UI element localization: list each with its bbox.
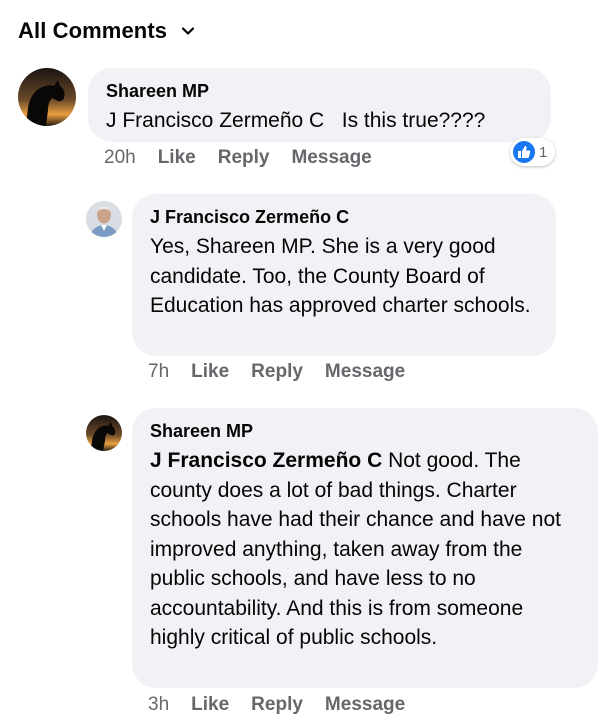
- horse-silhouette-avatar-image: [18, 68, 76, 126]
- comment-timestamp[interactable]: 7h: [148, 361, 169, 383]
- comment-actions: 7h Like Reply Message: [148, 361, 405, 383]
- like-button[interactable]: Like: [158, 147, 196, 169]
- comment-bubble: J Francisco Zermeño C Yes, Shareen MP. S…: [132, 194, 556, 356]
- comment-actions: 3h Like Reply Message: [148, 694, 405, 716]
- comments-filter-label: All Comments: [18, 18, 168, 43]
- comment-actions: 20h Like Reply Message: [104, 147, 372, 169]
- comment-bubble: Shareen MP J Francisco Zermeño C Is this…: [88, 68, 551, 142]
- comment-text: J Francisco Zermeño C Not good. The coun…: [150, 446, 580, 653]
- comment-bubble: Shareen MP J Francisco Zermeño C Not goo…: [132, 408, 598, 688]
- comment-author[interactable]: Shareen MP: [106, 80, 533, 102]
- reply-button[interactable]: Reply: [218, 147, 270, 169]
- comment-timestamp[interactable]: 20h: [104, 147, 136, 169]
- comment-author[interactable]: J Francisco Zermeño C: [150, 206, 538, 228]
- reply-button[interactable]: Reply: [251, 361, 303, 383]
- avatar[interactable]: [18, 68, 76, 126]
- comment-text: J Francisco Zermeño C Is this true????: [106, 106, 533, 136]
- mention-link[interactable]: J Francisco Zermeño C: [150, 449, 382, 472]
- comment-text-content: Is this true????: [341, 109, 486, 132]
- avatar[interactable]: [86, 415, 122, 451]
- like-button[interactable]: Like: [191, 694, 229, 716]
- message-button[interactable]: Message: [291, 147, 371, 169]
- reply-button[interactable]: Reply: [251, 694, 303, 716]
- message-button[interactable]: Message: [325, 694, 405, 716]
- chevron-down-icon: [182, 27, 195, 35]
- avatar[interactable]: [86, 201, 122, 237]
- thumbs-up-icon: [513, 141, 535, 163]
- reaction-summary[interactable]: 1: [510, 138, 556, 166]
- like-button[interactable]: Like: [191, 361, 229, 383]
- man-portrait-avatar-image: [86, 201, 122, 237]
- mention-link[interactable]: J Francisco Zermeño C: [106, 109, 324, 132]
- horse-silhouette-avatar-image: [86, 415, 122, 451]
- comment-timestamp[interactable]: 3h: [148, 694, 169, 716]
- message-button[interactable]: Message: [325, 361, 405, 383]
- comment-text: Yes, Shareen MP. She is a very good cand…: [150, 235, 531, 317]
- comment-author[interactable]: Shareen MP: [150, 420, 580, 442]
- reaction-count: 1: [539, 143, 548, 161]
- all-comments-filter[interactable]: All Comments: [18, 18, 195, 44]
- comment-text-content: Not good. The county does a lot of bad t…: [150, 449, 561, 649]
